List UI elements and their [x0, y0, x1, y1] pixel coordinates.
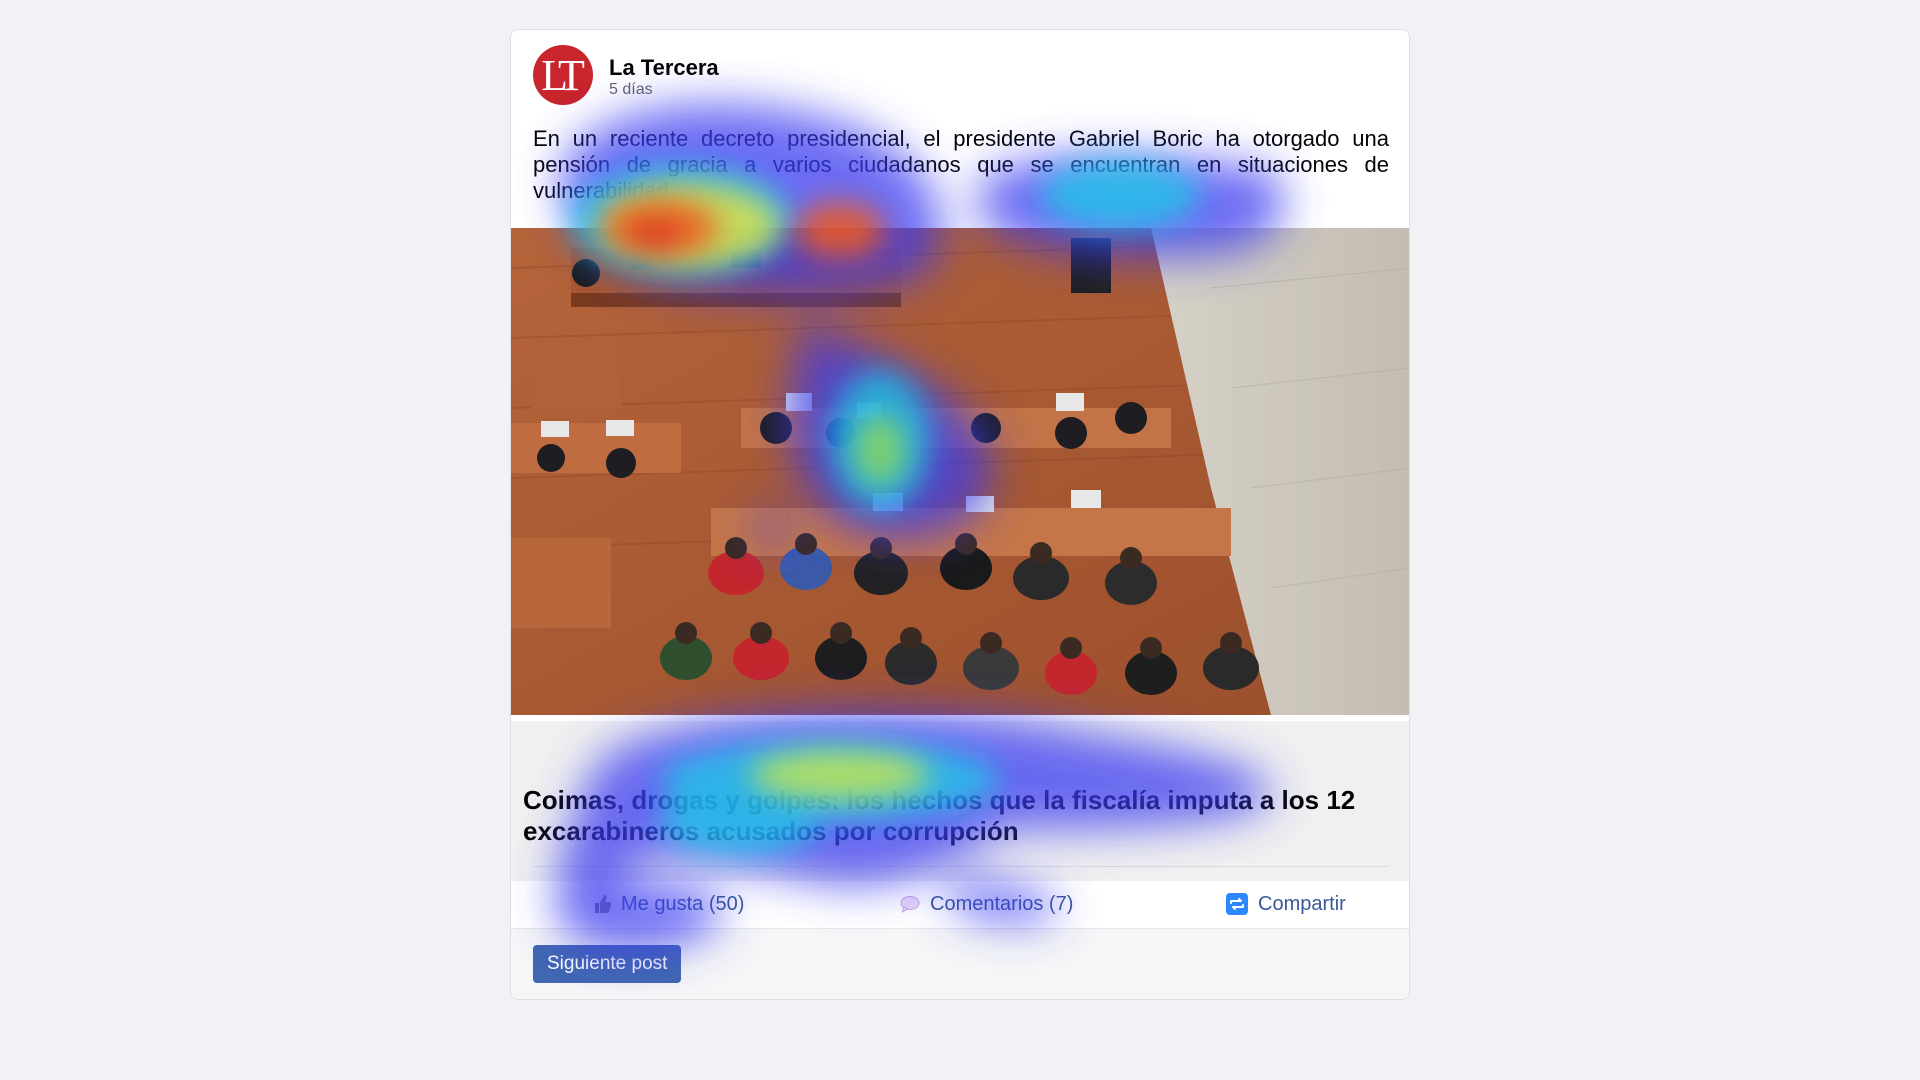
speech-bubble-icon — [900, 895, 920, 913]
share-label: Compartir — [1258, 892, 1346, 915]
post-text: En un reciente decreto presidencial, el … — [533, 126, 1389, 203]
action-bar: Me gusta (50) Comentarios (7) Compartir — [533, 881, 1389, 927]
post-timestamp[interactable]: 5 días — [609, 81, 719, 99]
page-name[interactable]: La Tercera — [609, 55, 719, 81]
courtroom-photo — [511, 228, 1409, 715]
post-image[interactable] — [511, 228, 1409, 715]
avatar[interactable]: LT — [533, 45, 593, 105]
divider — [533, 866, 1389, 867]
avatar-logo-text: LT — [541, 50, 585, 100]
like-button[interactable]: Me gusta (50) — [593, 881, 744, 927]
post-card: LT La Tercera 5 días En un reciente decr… — [510, 29, 1410, 1000]
link-preview[interactable]: Coimas, drogas y golpes: los hechos que … — [511, 721, 1409, 881]
share-arrows-icon — [1226, 893, 1248, 915]
comment-label: Comentarios (7) — [930, 892, 1074, 915]
post-meta: La Tercera 5 días — [609, 55, 719, 99]
post-footer: Siguiente post — [511, 928, 1409, 999]
like-label: Me gusta (50) — [621, 892, 745, 915]
comment-button[interactable]: Comentarios (7) — [900, 881, 1073, 927]
link-title[interactable]: Coimas, drogas y golpes: los hechos que … — [523, 785, 1393, 847]
post-header: LT La Tercera 5 días — [533, 45, 719, 105]
share-button[interactable]: Compartir — [1226, 881, 1346, 927]
thumbs-up-icon — [593, 894, 611, 914]
next-post-button[interactable]: Siguiente post — [533, 945, 682, 983]
